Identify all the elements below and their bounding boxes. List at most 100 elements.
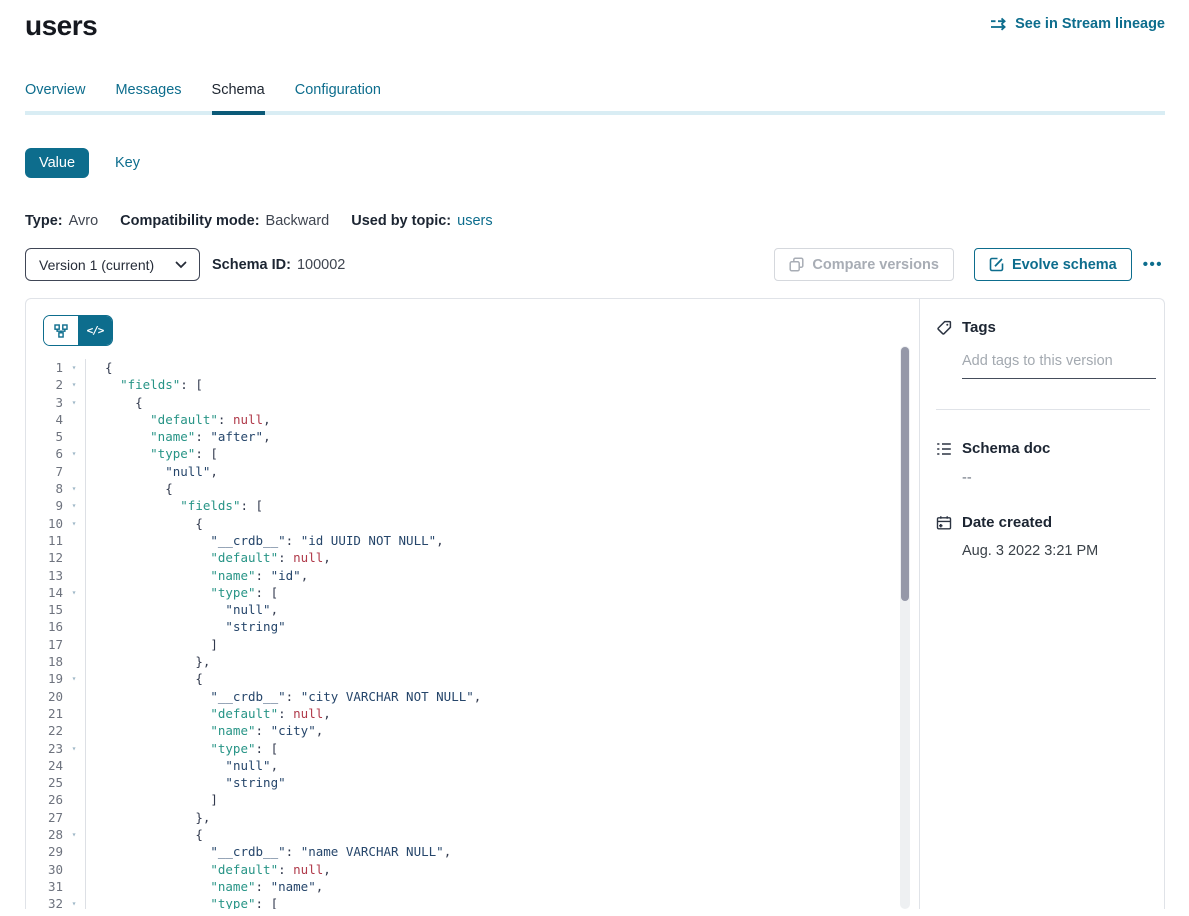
meta-item: Compatibility mode:Backward	[120, 213, 329, 229]
tags-title: Tags	[962, 319, 996, 336]
fold-toggle-icon[interactable]: ▾	[63, 359, 86, 376]
line-number: 8	[26, 480, 63, 497]
code-scrollbar[interactable]	[900, 346, 910, 909]
fold-toggle-icon[interactable]: ▾	[63, 515, 86, 532]
code-line: 31 "name": "name",	[26, 878, 919, 895]
code-text: "name": "id",	[86, 567, 308, 584]
line-number: 21	[26, 705, 63, 722]
more-actions-button[interactable]: •••	[1141, 260, 1165, 270]
tab-messages[interactable]: Messages	[115, 82, 181, 115]
evolve-schema-label: Evolve schema	[1012, 257, 1117, 273]
code-view-icon: </>	[87, 324, 104, 337]
line-number: 28	[26, 826, 63, 843]
meta-value: Backward	[266, 213, 330, 229]
meta-item: Used by topic:users	[351, 213, 492, 229]
date-created-value: Aug. 3 2022 3:21 PM	[962, 543, 1150, 559]
code-text: "fields": [	[86, 376, 203, 393]
code-line: 28▾ {	[26, 826, 919, 843]
tab-configuration[interactable]: Configuration	[295, 82, 381, 115]
fold-toggle-icon[interactable]: ▾	[63, 584, 86, 601]
edit-icon	[989, 257, 1004, 272]
code-text: "type": [	[86, 740, 278, 757]
line-number: 18	[26, 653, 63, 670]
code-text: "type": [	[86, 584, 278, 601]
code-text: "null",	[86, 463, 218, 480]
fold-toggle-icon[interactable]: ▾	[63, 376, 86, 393]
line-number: 6	[26, 445, 63, 462]
fold-toggle-icon[interactable]: ▾	[63, 445, 86, 462]
code-line: 30 "default": null,	[26, 861, 919, 878]
version-select[interactable]: Version 1 (current)	[25, 248, 200, 281]
tab-schema[interactable]: Schema	[212, 82, 265, 115]
code-text: },	[86, 809, 210, 826]
code-text: "default": null,	[86, 549, 331, 566]
line-number: 26	[26, 791, 63, 808]
tree-view-button[interactable]	[44, 316, 78, 345]
value-toggle-button[interactable]: Value	[25, 148, 89, 178]
code-text: "default": null,	[86, 861, 331, 878]
fold-gutter	[63, 532, 86, 549]
fold-toggle-icon[interactable]: ▾	[63, 480, 86, 497]
top-bar: users See in Stream lineage	[25, 0, 1165, 44]
code-line: 16 "string"	[26, 618, 919, 635]
key-toggle-button[interactable]: Key	[115, 155, 140, 171]
scrollbar-thumb[interactable]	[901, 347, 909, 601]
code-line: 7 "null",	[26, 463, 919, 480]
fold-gutter	[63, 843, 86, 860]
code-text: {	[86, 515, 203, 532]
code-line: 12 "default": null,	[26, 549, 919, 566]
fold-gutter	[63, 722, 86, 739]
fold-gutter	[63, 757, 86, 774]
fold-gutter	[63, 653, 86, 670]
page-title: users	[25, 8, 97, 44]
compare-versions-button[interactable]: Compare versions	[774, 248, 954, 281]
code-line: 22 "name": "city",	[26, 722, 919, 739]
fold-toggle-icon[interactable]: ▾	[63, 740, 86, 757]
code-line: 6▾ "type": [	[26, 445, 919, 462]
code-line: 5 "name": "after",	[26, 428, 919, 445]
schema-meta-row: Type:AvroCompatibility mode:BackwardUsed…	[25, 213, 1165, 229]
fold-toggle-icon[interactable]: ▾	[63, 394, 86, 411]
code-text: "fields": [	[86, 497, 263, 514]
stream-lineage-link[interactable]: See in Stream lineage	[990, 16, 1165, 32]
code-line: 1▾{	[26, 359, 919, 376]
fold-toggle-icon[interactable]: ▾	[63, 895, 86, 909]
fold-gutter	[63, 549, 86, 566]
code-text: {	[86, 826, 203, 843]
code-line: 2▾ "fields": [	[26, 376, 919, 393]
line-number: 17	[26, 636, 63, 653]
code-text: "default": null,	[86, 411, 271, 428]
line-number: 1	[26, 359, 63, 376]
stream-lineage-icon	[990, 17, 1008, 31]
doc-list-icon	[936, 441, 952, 457]
meta-label: Type:	[25, 213, 63, 229]
evolve-schema-button[interactable]: Evolve schema	[974, 248, 1132, 281]
page: users See in Stream lineage Overview Mess…	[0, 0, 1189, 909]
tree-view-icon	[54, 324, 68, 338]
line-number: 30	[26, 861, 63, 878]
line-number: 19	[26, 670, 63, 687]
line-number: 15	[26, 601, 63, 618]
line-number: 22	[26, 722, 63, 739]
fold-gutter	[63, 428, 86, 445]
meta-value-link[interactable]: users	[457, 213, 492, 229]
fold-toggle-icon[interactable]: ▾	[63, 670, 86, 687]
fold-toggle-icon[interactable]: ▾	[63, 497, 86, 514]
tab-overview[interactable]: Overview	[25, 82, 85, 115]
add-tags-input[interactable]	[962, 353, 1156, 379]
tags-section-header: Tags	[936, 319, 1150, 336]
stream-lineage-label: See in Stream lineage	[1015, 16, 1165, 32]
code-text: "null",	[86, 757, 278, 774]
schema-code-pane: </> 1▾{2▾ "fields": [3▾ {4 "default": nu…	[26, 299, 919, 909]
code-line: 25 "string"	[26, 774, 919, 791]
fold-gutter	[63, 861, 86, 878]
code-line: 18 },	[26, 653, 919, 670]
code-view-button[interactable]: </>	[78, 316, 112, 345]
schema-detail-sidebar: Tags Schema doc --	[919, 299, 1164, 909]
chevron-down-icon	[175, 261, 187, 269]
fold-toggle-icon[interactable]: ▾	[63, 826, 86, 843]
code-text: ]	[86, 636, 218, 653]
code-line: 32▾ "type": [	[26, 895, 919, 909]
code-line: 10▾ {	[26, 515, 919, 532]
fold-gutter	[63, 463, 86, 480]
